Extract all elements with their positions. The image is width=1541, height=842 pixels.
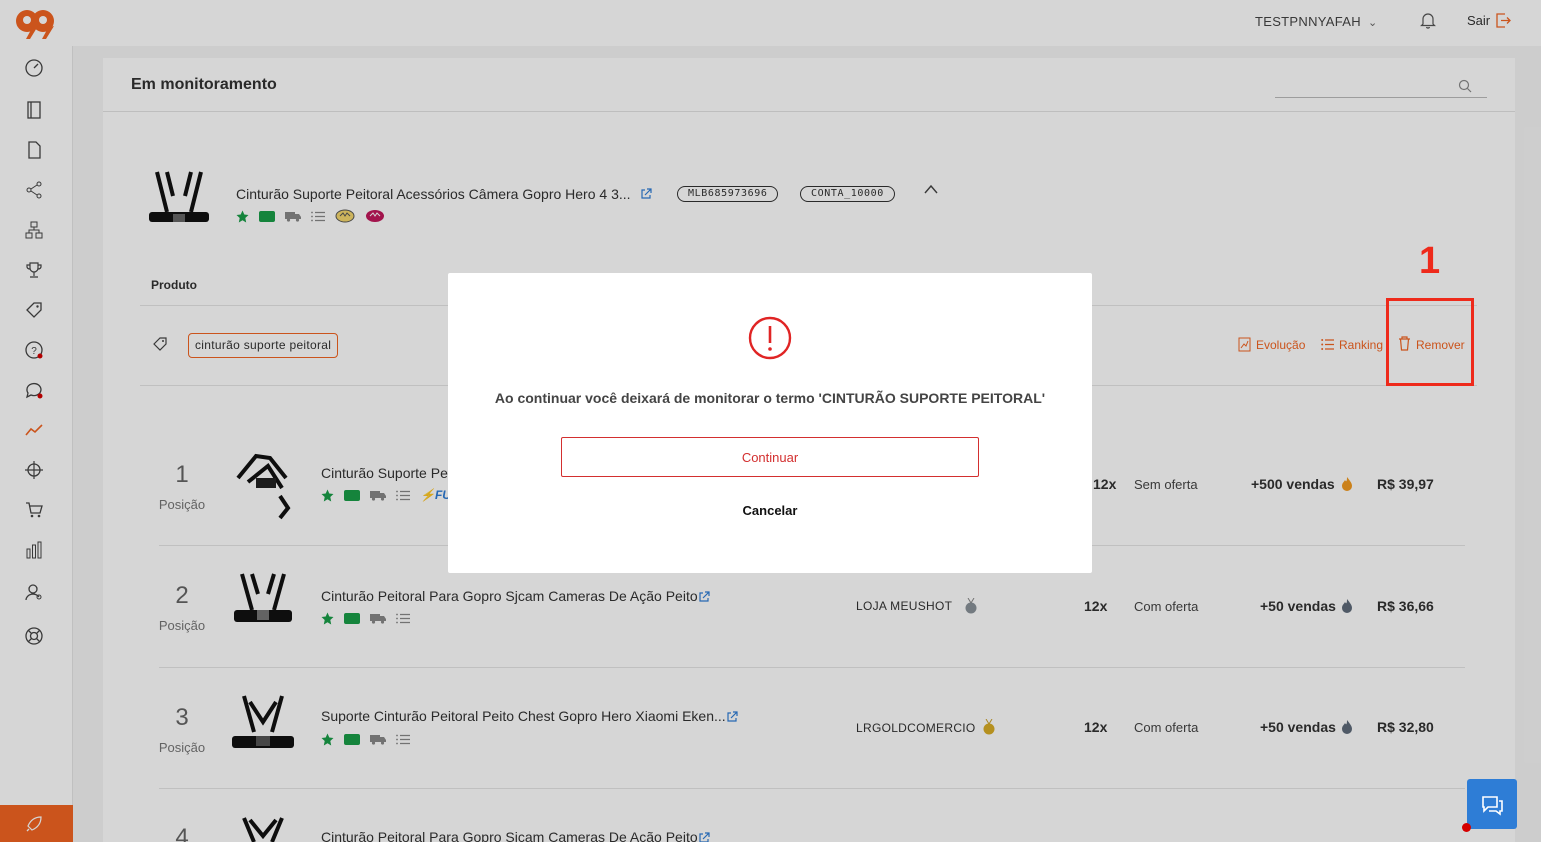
warning-icon	[748, 316, 792, 360]
notification-dot	[1462, 823, 1471, 832]
confirm-dialog: Ao continuar você deixará de monitorar o…	[448, 273, 1092, 573]
annotation-number: 1	[1419, 240, 1441, 282]
annotation-highlight-box	[1386, 298, 1474, 386]
chat-widget-button[interactable]	[1467, 779, 1517, 829]
chat-icon	[1482, 796, 1503, 816]
cancel-button[interactable]: Cancelar	[710, 498, 830, 522]
dialog-message: Ao continuar você deixará de monitorar o…	[494, 390, 1046, 406]
continue-button[interactable]: Continuar	[561, 437, 979, 477]
